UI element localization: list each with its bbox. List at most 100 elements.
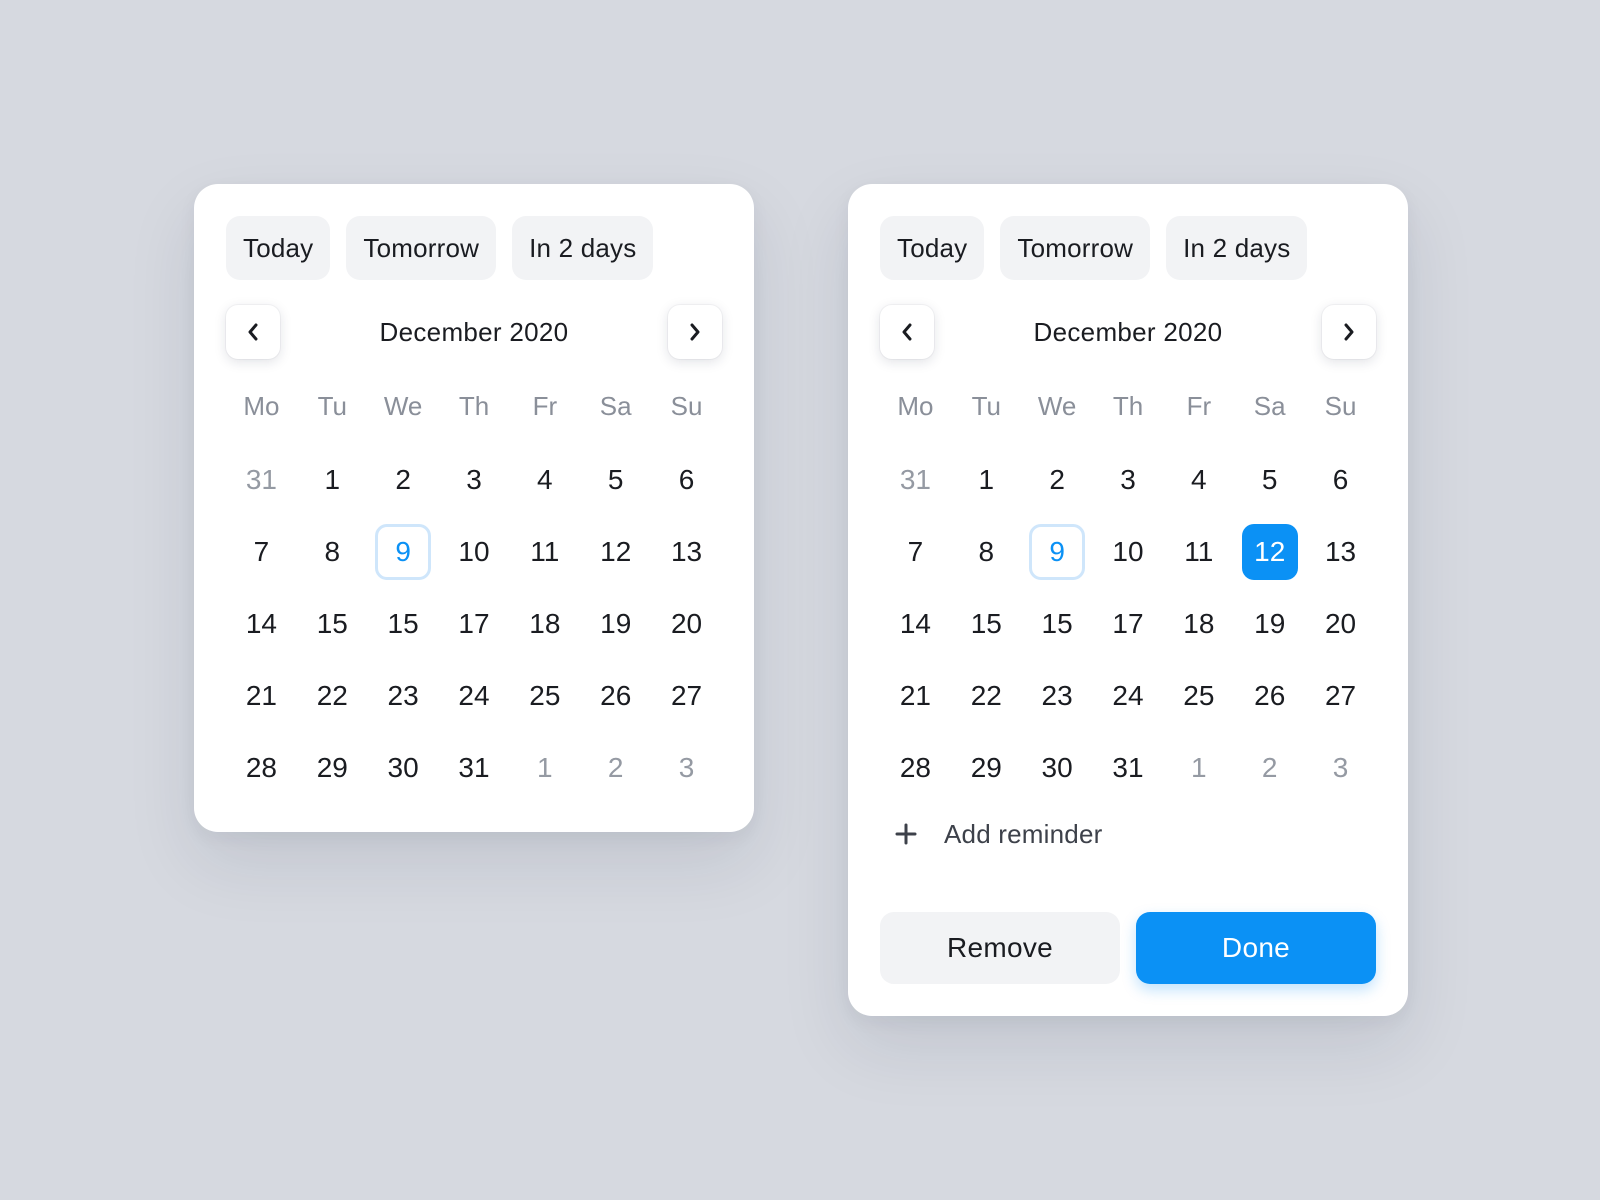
day-cell[interactable]: 2 xyxy=(1234,732,1305,804)
day-cell[interactable]: 24 xyxy=(439,660,510,732)
day-cell[interactable]: 20 xyxy=(651,588,722,660)
day-cell[interactable]: 10 xyxy=(439,516,510,588)
day-cell[interactable]: 22 xyxy=(297,660,368,732)
in-2-days-option-button[interactable]: In 2 days xyxy=(1166,216,1308,280)
day-cell[interactable]: 11 xyxy=(509,516,580,588)
done-button[interactable]: Done xyxy=(1136,912,1376,984)
day-cell[interactable]: 18 xyxy=(1163,588,1234,660)
weekday-label: Mo xyxy=(243,390,280,421)
day-cell[interactable]: 23 xyxy=(368,660,439,732)
previous-month-button[interactable] xyxy=(880,305,934,359)
day-cell[interactable]: 19 xyxy=(580,588,651,660)
day-cell[interactable]: 1 xyxy=(951,444,1022,516)
day-cell[interactable]: 30 xyxy=(368,732,439,804)
day-cell[interactable]: 30 xyxy=(1022,732,1093,804)
day-cell[interactable]: 13 xyxy=(651,516,722,588)
in-2-days-option-button[interactable]: In 2 days xyxy=(512,216,654,280)
weekday-label: Tu xyxy=(971,390,1001,421)
next-month-button[interactable] xyxy=(1322,305,1376,359)
day-number: 26 xyxy=(1254,680,1286,711)
day-cell[interactable]: 22 xyxy=(951,660,1022,732)
tomorrow-option-button[interactable]: Tomorrow xyxy=(346,216,497,280)
day-cell[interactable]: 24 xyxy=(1093,660,1164,732)
day-number: 25 xyxy=(529,680,561,711)
day-cell[interactable]: 31 xyxy=(1093,732,1164,804)
day-cell[interactable]: 3 xyxy=(439,444,510,516)
day-cell[interactable]: 29 xyxy=(297,732,368,804)
remove-button[interactable]: Remove xyxy=(880,912,1120,984)
day-cell[interactable]: 26 xyxy=(1234,660,1305,732)
day-cell[interactable]: 2 xyxy=(368,444,439,516)
day-cell[interactable]: 15 xyxy=(368,588,439,660)
day-cell[interactable]: 15 xyxy=(951,588,1022,660)
day-cell[interactable]: 31 xyxy=(880,444,951,516)
day-cell[interactable]: 18 xyxy=(509,588,580,660)
day-cell[interactable]: 10 xyxy=(1093,516,1164,588)
day-number: 20 xyxy=(1324,608,1357,639)
day-cell[interactable]: 15 xyxy=(1022,588,1093,660)
day-cell[interactable]: 31 xyxy=(439,732,510,804)
day-number: 12 xyxy=(600,536,632,567)
day-cell[interactable]: 13 xyxy=(1305,516,1376,588)
today-day-cell[interactable]: 9 xyxy=(1022,516,1093,588)
day-cell[interactable]: 17 xyxy=(1093,588,1164,660)
day-cell[interactable]: 2 xyxy=(1022,444,1093,516)
day-cell[interactable]: 19 xyxy=(1234,588,1305,660)
day-cell[interactable]: 5 xyxy=(580,444,651,516)
day-cell[interactable]: 25 xyxy=(509,660,580,732)
day-number: 29 xyxy=(970,752,1002,783)
day-cell[interactable]: 2 xyxy=(580,732,651,804)
day-cell[interactable]: 5 xyxy=(1234,444,1305,516)
add-reminder-label: Add reminder xyxy=(944,818,1103,849)
weekday-label: Th xyxy=(458,390,490,421)
selected-day-cell[interactable]: 12 xyxy=(1234,516,1305,588)
tomorrow-option-button[interactable]: Tomorrow xyxy=(1000,216,1151,280)
day-cell[interactable]: 7 xyxy=(226,516,297,588)
day-cell[interactable]: 1 xyxy=(509,732,580,804)
day-cell[interactable]: 29 xyxy=(951,732,1022,804)
today-option-button[interactable]: Today xyxy=(226,216,331,280)
day-cell[interactable]: 11 xyxy=(1163,516,1234,588)
days-grid: 31 1 2 3 4 5 6 7 8 9 10 11 12 13 14 15 15 17 18 19 20 21 22 23 2… xyxy=(880,444,1376,804)
today-day-cell[interactable]: 9 xyxy=(368,516,439,588)
day-number: 19 xyxy=(600,608,632,639)
day-cell[interactable]: 25 xyxy=(1163,660,1234,732)
day-cell[interactable]: 1 xyxy=(297,444,368,516)
day-cell[interactable]: 21 xyxy=(226,660,297,732)
day-cell[interactable]: 6 xyxy=(1305,444,1376,516)
day-cell[interactable]: 26 xyxy=(580,660,651,732)
day-cell[interactable]: 3 xyxy=(651,732,722,804)
day-cell[interactable]: 31 xyxy=(226,444,297,516)
weekday-label: We xyxy=(383,390,423,421)
day-cell[interactable]: 14 xyxy=(226,588,297,660)
add-reminder-button[interactable]: Add reminder xyxy=(894,814,1102,854)
day-cell[interactable]: 4 xyxy=(509,444,580,516)
day-cell[interactable]: 3 xyxy=(1305,732,1376,804)
weekday-label: Sa xyxy=(599,390,632,421)
next-month-button[interactable] xyxy=(668,305,722,359)
previous-month-button[interactable] xyxy=(226,305,280,359)
day-cell[interactable]: 7 xyxy=(880,516,951,588)
day-cell[interactable]: 8 xyxy=(951,516,1022,588)
day-cell[interactable]: 1 xyxy=(1163,732,1234,804)
today-option-button[interactable]: Today xyxy=(880,216,985,280)
day-cell[interactable]: 28 xyxy=(226,732,297,804)
day-cell[interactable]: 3 xyxy=(1093,444,1164,516)
day-cell[interactable]: 14 xyxy=(880,588,951,660)
day-cell[interactable]: 6 xyxy=(651,444,722,516)
day-cell[interactable]: 12 xyxy=(580,516,651,588)
day-cell[interactable]: 27 xyxy=(1305,660,1376,732)
day-cell[interactable]: 23 xyxy=(1022,660,1093,732)
day-cell[interactable]: 28 xyxy=(880,732,951,804)
day-cell[interactable]: 27 xyxy=(651,660,722,732)
day-cell[interactable]: 15 xyxy=(297,588,368,660)
day-cell[interactable]: 20 xyxy=(1305,588,1376,660)
day-number: 7 xyxy=(907,536,924,567)
day-cell[interactable]: 8 xyxy=(297,516,368,588)
day-cell[interactable]: 21 xyxy=(880,660,951,732)
quick-options: Today Tomorrow In 2 days xyxy=(880,216,1308,280)
day-cell[interactable]: 17 xyxy=(439,588,510,660)
day-number: 22 xyxy=(970,680,1002,711)
day-number: 11 xyxy=(530,536,560,567)
day-cell[interactable]: 4 xyxy=(1163,444,1234,516)
